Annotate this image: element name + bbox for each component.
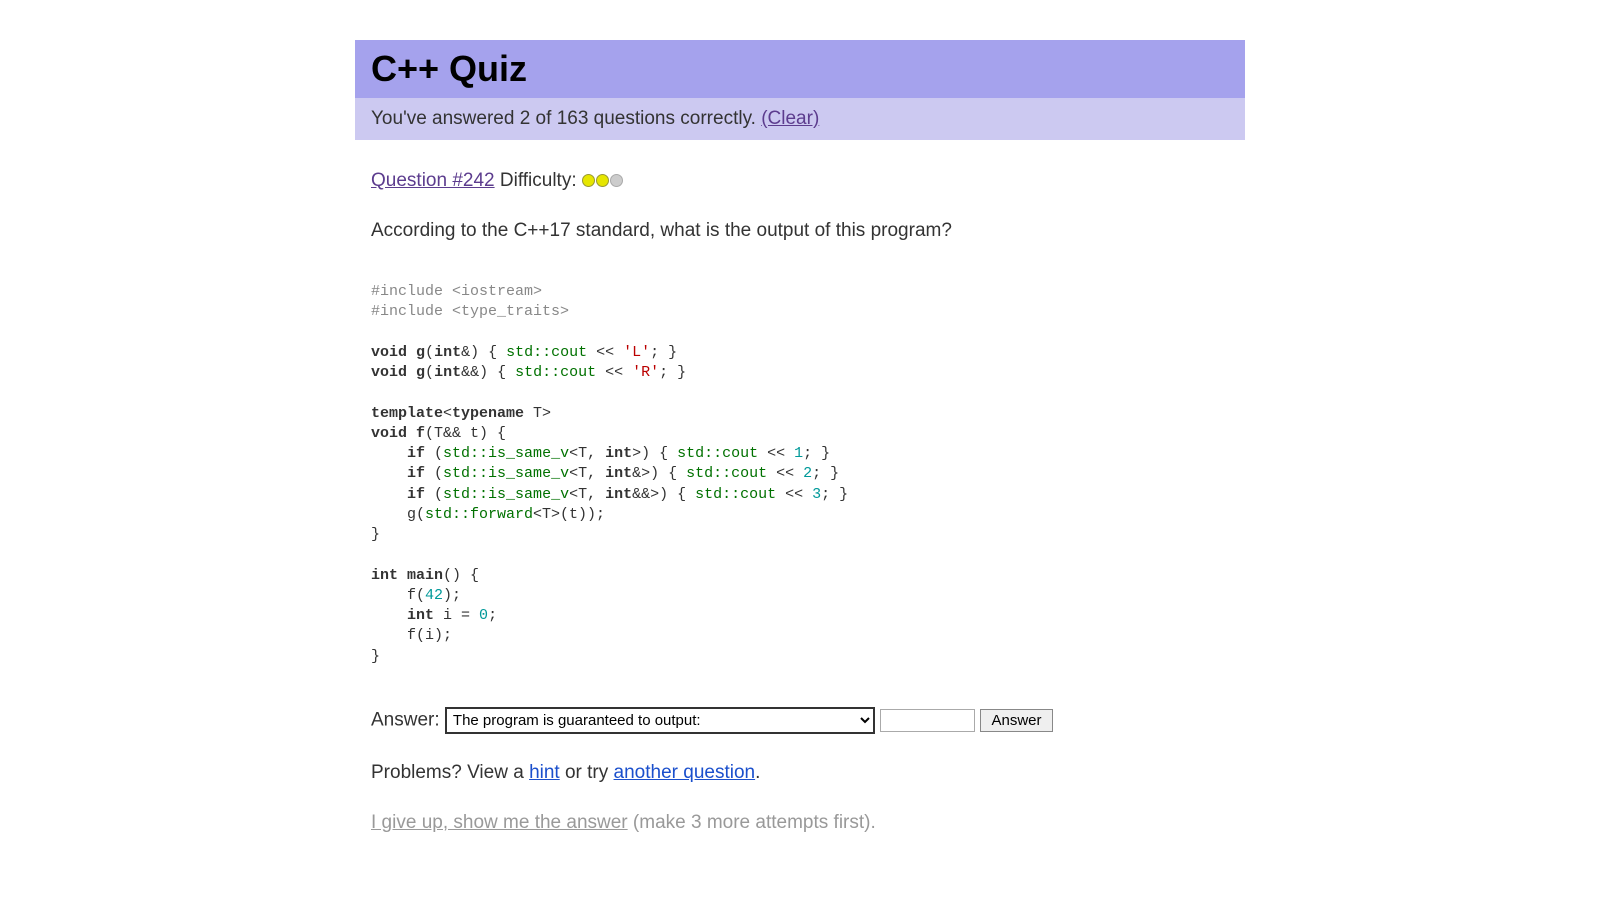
answer-select[interactable]: The program is guaranteed to output: bbox=[445, 707, 875, 734]
problems-line: Problems? View a hint or try another que… bbox=[371, 762, 1229, 784]
progress-text-middle: of bbox=[530, 108, 556, 129]
progress-text-prefix: You've answered bbox=[371, 108, 520, 129]
progress-text-suffix: questions correctly. bbox=[588, 108, 761, 129]
problems-suffix: . bbox=[755, 762, 760, 783]
answer-input[interactable] bbox=[880, 709, 975, 732]
difficulty-dot-empty-icon bbox=[610, 174, 623, 187]
page-container: C++ Quiz You've answered 2 of 163 questi… bbox=[355, 40, 1245, 850]
giveup-line: I give up, show me the answer (make 3 mo… bbox=[371, 812, 1229, 834]
difficulty-label: Difficulty: bbox=[495, 170, 582, 191]
progress-bar: You've answered 2 of 163 questions corre… bbox=[355, 98, 1245, 140]
answer-submit-button[interactable] bbox=[980, 709, 1052, 732]
difficulty-dots bbox=[582, 170, 624, 191]
answer-row: Answer: The program is guaranteed to out… bbox=[371, 707, 1229, 734]
problems-prefix: Problems? View a bbox=[371, 762, 529, 783]
progress-total: 163 bbox=[557, 108, 589, 129]
hint-link[interactable]: hint bbox=[529, 762, 560, 783]
progress-correct: 2 bbox=[520, 108, 531, 129]
code-block: #include <iostream>#include <type_traits… bbox=[371, 282, 1229, 667]
difficulty-dot-filled-icon bbox=[596, 174, 609, 187]
giveup-note: (make 3 more attempts first). bbox=[628, 812, 876, 833]
another-question-link[interactable]: another question bbox=[614, 762, 756, 783]
content-area: Question #242 Difficulty: According to t… bbox=[355, 140, 1245, 850]
clear-link[interactable]: (Clear) bbox=[761, 108, 819, 129]
question-number-link[interactable]: Question #242 bbox=[371, 170, 495, 191]
problems-middle: or try bbox=[560, 762, 614, 783]
question-prompt: According to the C++17 standard, what is… bbox=[371, 220, 1229, 242]
question-meta: Question #242 Difficulty: bbox=[371, 170, 1229, 192]
answer-label: Answer: bbox=[371, 709, 445, 730]
giveup-link[interactable]: I give up, show me the answer bbox=[371, 812, 628, 833]
page-header: C++ Quiz bbox=[355, 40, 1245, 98]
page-title: C++ Quiz bbox=[371, 48, 1229, 90]
difficulty-dot-filled-icon bbox=[582, 174, 595, 187]
